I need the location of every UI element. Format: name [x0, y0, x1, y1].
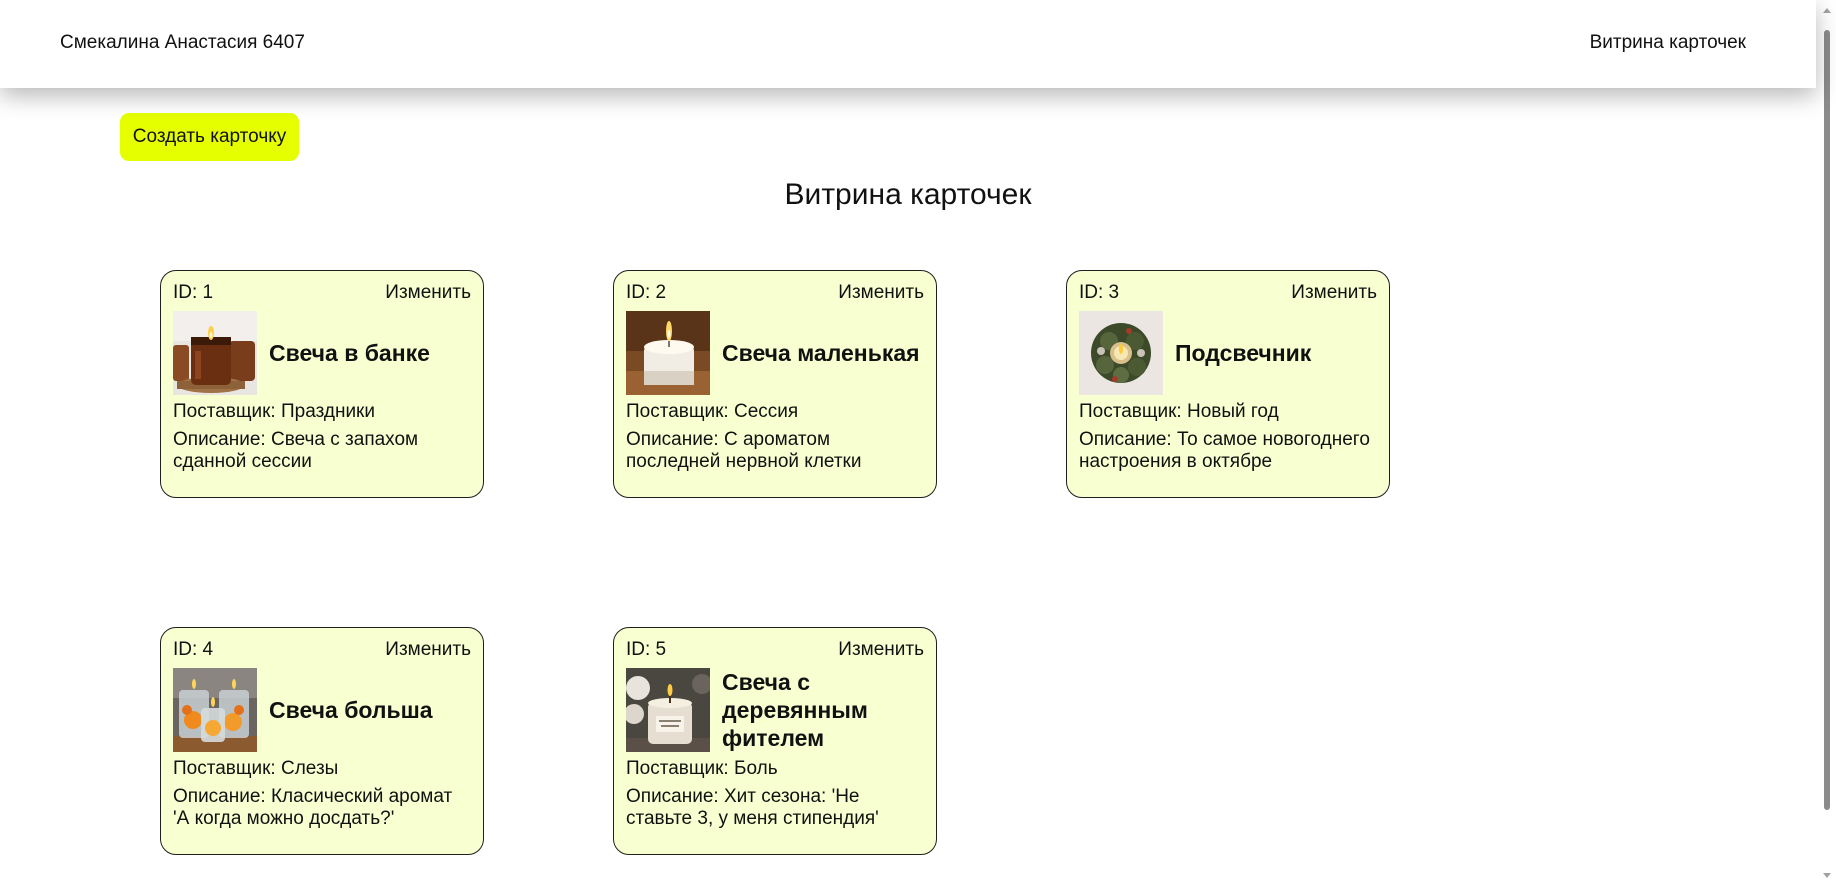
- product-card: ID: 4 Изменить Свеча больша Поставщик: С…: [160, 627, 484, 855]
- edit-card-button[interactable]: Изменить: [385, 282, 471, 304]
- candle-image: [173, 668, 257, 752]
- scroll-down-icon[interactable]: [1823, 873, 1831, 878]
- card-supplier: Поставщик: Новый год: [1079, 401, 1279, 422]
- author-label: Смекалина Анастасия 6407: [60, 32, 305, 53]
- orange-glass-candles-icon: [173, 668, 257, 752]
- candle-image: [626, 311, 710, 395]
- scrollbar-thumb[interactable]: [1824, 30, 1830, 810]
- card-title: Подсвечник: [1175, 340, 1312, 366]
- candle-image: [173, 311, 257, 395]
- small-white-candle-icon: [626, 311, 710, 395]
- product-card: ID: 2 Изменить Свеча маленькая Поставщик…: [613, 270, 937, 498]
- wreath-candle-holder-icon: [1079, 311, 1163, 395]
- product-card: ID: 5 Изменить Свеча с деревянным фителе…: [613, 627, 937, 855]
- card-title: Свеча больша: [269, 697, 433, 723]
- amber-jar-candle-icon: [173, 311, 257, 395]
- edit-card-button[interactable]: Изменить: [838, 282, 924, 304]
- card-title: Свеча с деревянным фителем: [722, 669, 868, 751]
- card-supplier: Поставщик: Сессия: [626, 401, 799, 422]
- card-id: ID: 1: [173, 282, 214, 303]
- wooden-wick-candle-icon: [626, 668, 710, 752]
- top-header: Смекалина Анастасия 6407 Витрина карточе…: [0, 0, 1816, 88]
- card-supplier: Поставщик: Боль: [626, 758, 778, 779]
- card-supplier: Поставщик: Слезы: [173, 758, 339, 779]
- card-id: ID: 4: [173, 639, 214, 660]
- product-card: ID: 1 Изменить Свеча в банке Поставщик: …: [160, 270, 484, 498]
- card-description: Описание: Хит сезона: 'Не ставьте 3, у м…: [626, 786, 879, 829]
- scroll-up-icon[interactable]: [1823, 8, 1831, 13]
- edit-card-button[interactable]: Изменить: [385, 639, 471, 661]
- card-id: ID: 5: [626, 639, 667, 660]
- card-description: Описание: Свеча с запахом сданной сессии: [173, 429, 419, 472]
- page: Смекалина Анастасия 6407 Витрина карточе…: [0, 0, 1816, 886]
- card-title: Свеча в банке: [269, 340, 430, 366]
- create-card-button[interactable]: Создать карточку: [120, 113, 299, 161]
- card-description: Описание: С ароматом последней нервной к…: [626, 429, 862, 472]
- card-id: ID: 3: [1079, 282, 1120, 303]
- card-description: Описание: То самое новогоднего настроени…: [1079, 429, 1370, 472]
- page-title: Витрина карточек: [784, 178, 1032, 211]
- product-card: ID: 3 Изменить Подсвечник Поставщик: Нов…: [1066, 270, 1390, 498]
- candle-image: [626, 668, 710, 752]
- card-description: Описание: Класический аромат 'А когда мо…: [173, 786, 453, 829]
- edit-card-button[interactable]: Изменить: [838, 639, 924, 661]
- card-supplier: Поставщик: Праздники: [173, 401, 375, 422]
- edit-card-button[interactable]: Изменить: [1291, 282, 1377, 304]
- nav-link-showcase[interactable]: Витрина карточек: [1590, 32, 1746, 54]
- vertical-scrollbar[interactable]: [1818, 0, 1836, 886]
- candle-image: [1079, 311, 1163, 395]
- card-title: Свеча маленькая: [722, 340, 920, 366]
- card-id: ID: 2: [626, 282, 667, 303]
